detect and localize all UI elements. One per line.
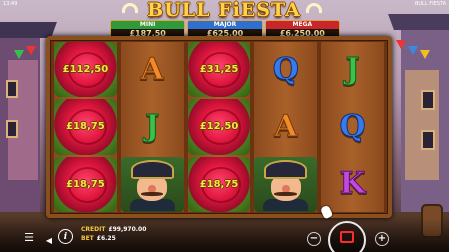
rose-cash-symbol: £12,50 <box>187 99 251 155</box>
letter-j-symbol: J <box>345 51 360 87</box>
credit-value: £99,970.00 <box>108 226 147 233</box>
clock-time: 13:49 <box>3 1 18 7</box>
credit-label: CREDIT <box>81 226 106 233</box>
rose-cash-symbol: £18,75 <box>54 156 117 212</box>
jackpot-label: MINI <box>111 21 185 29</box>
letter-j-symbol: J <box>145 108 160 144</box>
bunting-flag <box>26 46 36 55</box>
window <box>421 90 435 110</box>
bunting-flag <box>408 46 418 55</box>
jackpot-label: MAJOR <box>188 21 262 29</box>
roof-right <box>388 14 449 30</box>
credit-display: CREDIT £99,970.00 <box>81 226 146 234</box>
letter-a-symbol: A <box>140 51 164 87</box>
rose-cash-symbol: £18,75 <box>54 99 117 155</box>
letter-symbol: J <box>321 42 384 97</box>
window <box>6 120 18 138</box>
letter-symbol: J <box>121 99 184 154</box>
letter-symbol: K <box>321 157 384 212</box>
window <box>421 130 435 150</box>
cash-value: £12,50 <box>199 121 239 133</box>
bunting-flag <box>396 40 406 49</box>
reel-frame: £112,50 £18,75 £18,75 A J £31,25 £12,50 … <box>46 36 392 218</box>
sound-icon[interactable]: ◀ <box>44 235 54 245</box>
reels: £112,50 £18,75 £18,75 A J £31,25 £12,50 … <box>54 42 384 212</box>
letter-q-symbol: Q <box>339 108 366 144</box>
cash-value: £18,75 <box>199 178 239 190</box>
menu-icon[interactable]: ☰ <box>22 230 36 244</box>
bet-increase-button[interactable]: + <box>375 232 389 246</box>
letter-symbol: A <box>121 42 184 97</box>
building-right-facade <box>405 70 439 180</box>
cash-value: £18,75 <box>66 121 105 133</box>
bunting-flag <box>14 50 24 59</box>
matador-character-icon <box>120 156 184 212</box>
letter-symbol: Q <box>254 42 317 97</box>
letter-symbol: Q <box>321 99 384 154</box>
jackpot-label: MEGA <box>265 21 339 29</box>
stop-icon <box>340 231 354 243</box>
matador-character-icon <box>254 156 318 212</box>
cash-value: £31,25 <box>199 64 239 76</box>
bet-decrease-button[interactable]: − <box>307 232 321 246</box>
letter-symbol: A <box>254 99 317 154</box>
bet-value: £6.25 <box>96 235 116 242</box>
spin-button[interactable] <box>328 221 366 252</box>
rose-cash-symbol: £18,75 <box>187 156 251 212</box>
cash-value: £112,50 <box>62 64 109 76</box>
bet-display: BET £6.25 <box>81 235 116 243</box>
rose-cash-symbol: £112,50 <box>54 42 117 98</box>
game-logo: BULL FiESTA <box>147 0 301 21</box>
letter-q-symbol: Q <box>272 51 299 87</box>
letter-a-symbol: A <box>274 108 298 144</box>
info-icon[interactable]: i <box>58 229 73 244</box>
reel-5: J Q K <box>321 42 384 212</box>
game-name-label: BULL FIESTA <box>414 1 446 7</box>
reel-4: Q A <box>254 42 318 212</box>
window <box>6 80 18 98</box>
cash-value: £18,75 <box>66 178 105 190</box>
reel-3: £31,25 £12,50 £18,75 <box>187 42 251 212</box>
reel-2: A J <box>120 42 184 212</box>
bunting-flag <box>420 50 430 59</box>
rose-cash-symbol: £31,25 <box>187 42 251 98</box>
reel-1: £112,50 £18,75 £18,75 <box>54 42 117 212</box>
letter-k-symbol: K <box>339 166 366 202</box>
bet-label: BET <box>81 235 94 242</box>
